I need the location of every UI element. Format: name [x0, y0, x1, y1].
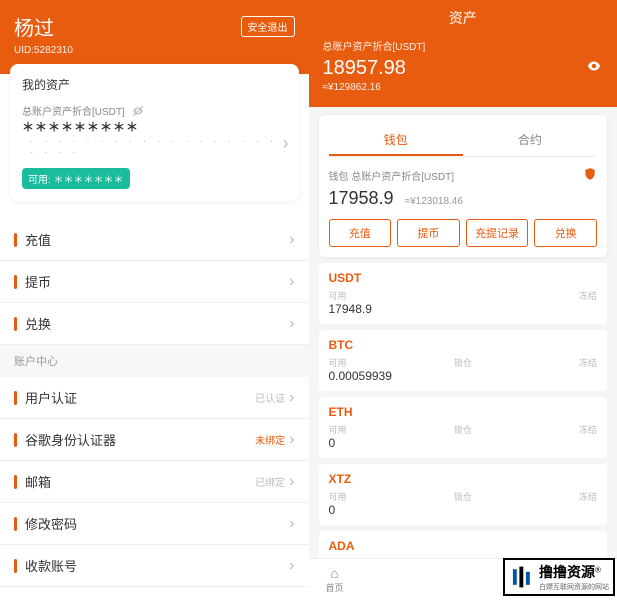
- wallet-approx: ≈¥123018.46: [405, 196, 463, 207]
- user-name: 杨过: [14, 12, 54, 41]
- assets-header: 资产 总账户资产折合[USDT] 18957.98 ≈¥129862.16: [309, 0, 617, 107]
- coin-item-ada[interactable]: ADA: [319, 531, 608, 561]
- wallet-amount: 17958.9: [329, 188, 394, 208]
- chevron-right-icon: ›: [283, 133, 289, 154]
- tab-wallet[interactable]: 钱包: [329, 125, 463, 156]
- tab-contract[interactable]: 合约: [463, 125, 597, 156]
- logout-button[interactable]: 安全退出: [241, 16, 295, 37]
- assets-title: 我的资产: [22, 76, 287, 93]
- shield-icon[interactable]: [583, 167, 597, 184]
- eye-icon[interactable]: [585, 57, 603, 80]
- tabs: 钱包 合约: [329, 125, 598, 157]
- chevron-right-icon: ›: [289, 431, 294, 448]
- menu-recharge[interactable]: 充值 ›: [0, 219, 309, 261]
- watermark: 撸撸资源® 白嫖互联网资源的网站: [503, 558, 615, 596]
- total-amount: 18957.98: [323, 57, 406, 80]
- wallet-label: 钱包 总账户资产折合[USDT]: [329, 168, 455, 183]
- watermark-logo-icon: [509, 564, 535, 590]
- coin-item-usdt[interactable]: USDT 可用冻结 17948.9: [319, 263, 608, 324]
- chevron-right-icon: ›: [289, 389, 294, 406]
- menu-auth[interactable]: 用户认证 已认证›: [0, 377, 309, 419]
- masked-amount: ＊＊＊＊＊＊＊＊＊: [22, 120, 139, 134]
- chevron-right-icon: ›: [289, 231, 294, 249]
- chevron-right-icon: ›: [289, 273, 294, 291]
- chevron-right-icon: ›: [289, 473, 294, 490]
- assets-panel: 资产 总账户资产折合[USDT] 18957.98 ≈¥129862.16 钱包…: [309, 0, 617, 600]
- assets-total-label: 总账户资产折合[USDT]: [22, 103, 287, 118]
- profile-header: 杨过 安全退出 UID:5282310: [0, 0, 309, 74]
- action-row: 充值 提币 充提记录 兑换: [329, 219, 598, 247]
- menu-receive-account[interactable]: 收款账号 ›: [0, 545, 309, 587]
- section-account: 账户中心: [0, 345, 309, 377]
- menu-password[interactable]: 修改密码 ›: [0, 503, 309, 545]
- menu-withdraw[interactable]: 提币 ›: [0, 261, 309, 303]
- page-title: 资产: [323, 8, 604, 28]
- status-auth: 已认证: [255, 394, 285, 405]
- uid-label: UID:5282310: [14, 45, 295, 56]
- chevron-right-icon: ›: [289, 315, 294, 333]
- total-approx: ≈¥129862.16: [323, 82, 604, 93]
- profile-panel: 杨过 安全退出 UID:5282310 我的资产 总账户资产折合[USDT] ＊…: [0, 0, 309, 600]
- dots: · · · · · · · · · · · · · · · · · · · · …: [30, 136, 287, 158]
- status-email: 已绑定: [255, 478, 285, 489]
- recharge-button[interactable]: 充值: [329, 219, 392, 247]
- nav-home[interactable]: ⌂ 首页: [313, 565, 357, 594]
- chevron-right-icon: ›: [289, 515, 294, 533]
- menu-google-auth[interactable]: 谷歌身份认证器 未绑定›: [0, 419, 309, 461]
- menu-exchange[interactable]: 兑换 ›: [0, 303, 309, 345]
- chevron-right-icon: ›: [289, 557, 294, 575]
- visibility-toggle-icon[interactable]: [131, 104, 145, 118]
- status-google: 未绑定: [255, 436, 285, 447]
- coin-item-eth[interactable]: ETH 可用锁仓冻结 0: [319, 397, 608, 458]
- home-icon: ⌂: [330, 565, 338, 581]
- coin-list: USDT 可用冻结 17948.9 BTC 可用锁仓冻结 0.00059939 …: [309, 263, 617, 561]
- menu-email[interactable]: 邮箱 已绑定›: [0, 461, 309, 503]
- assets-card[interactable]: 我的资产 总账户资产折合[USDT] ＊＊＊＊＊＊＊＊＊ · · · · · ·…: [10, 64, 299, 201]
- coin-item-xtz[interactable]: XTZ 可用锁仓冻结 0: [319, 464, 608, 525]
- total-label: 总账户资产折合[USDT]: [323, 38, 604, 53]
- available-pill: 可用: ＊＊＊＊＊＊＊: [22, 168, 130, 189]
- wallet-card: 钱包 合约 钱包 总账户资产折合[USDT] 17958.9 ≈¥123018.…: [319, 115, 608, 257]
- menu-list: 充值 › 提币 › 兑换 › 账户中心 用户认证 已认证› 谷歌身份认证器 未绑…: [0, 219, 309, 587]
- masked-row: ＊＊＊＊＊＊＊＊＊ · · · · · · · · · · · · · · · …: [22, 118, 287, 160]
- exchange-button[interactable]: 兑换: [534, 219, 597, 247]
- records-button[interactable]: 充提记录: [466, 219, 529, 247]
- withdraw-button[interactable]: 提币: [397, 219, 460, 247]
- coin-item-btc[interactable]: BTC 可用锁仓冻结 0.00059939: [319, 330, 608, 391]
